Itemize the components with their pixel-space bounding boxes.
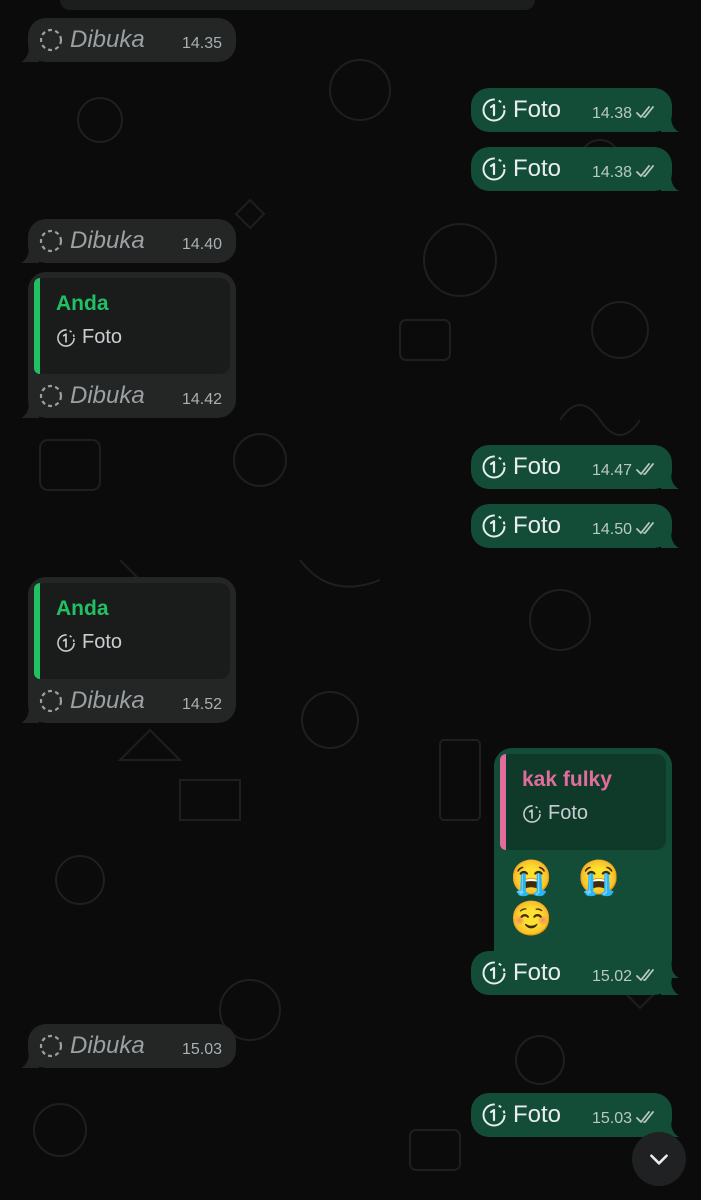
double-check-icon (632, 164, 658, 183)
quoted-message-text: Foto (82, 631, 123, 653)
chevron-down-icon (650, 1154, 668, 1165)
message-text: Foto (513, 959, 562, 986)
quoted-message[interactable]: Anda Foto (34, 583, 230, 679)
double-check-icon (632, 968, 658, 987)
quoted-message[interactable]: Anda Foto (34, 278, 230, 374)
incoming-message-bubble[interactable]: Dibuka 14.40 (21, 219, 236, 263)
view-once-icon (56, 328, 76, 348)
incoming-message-bubble[interactable]: Anda Foto Dibuka 14.42 (21, 272, 236, 418)
message-time: 14.52 (181, 696, 222, 713)
double-check-icon (632, 1110, 658, 1129)
incoming-message-bubble[interactable]: Dibuka 15.03 (21, 1024, 236, 1068)
view-once-icon (481, 960, 507, 986)
message-time: 14.42 (181, 391, 222, 408)
message-time: 14.47 (580, 454, 658, 481)
message-time: 14.35 (181, 35, 222, 52)
message-text: Foto (513, 96, 562, 123)
incoming-message-bubble[interactable]: Dibuka 14.35 (21, 18, 236, 62)
outgoing-message-bubble[interactable]: kak fulkyFoto😭 😭 ☺️15.02 (494, 748, 679, 978)
outgoing-message-bubble[interactable]: Foto 15.02 (471, 951, 679, 995)
message-text: Dibuka (70, 227, 145, 254)
message-time: 15.03 (580, 1102, 658, 1129)
quoted-sender-name: Anda (56, 597, 109, 620)
view-once-icon (481, 156, 507, 182)
opened-circle-icon (38, 1033, 64, 1059)
view-once-icon (481, 1102, 507, 1128)
message-text: Dibuka (70, 1032, 145, 1059)
opened-circle-icon (38, 27, 64, 53)
outgoing-message-bubble[interactable]: Foto 15.03 (471, 1093, 679, 1137)
message-text: Dibuka (70, 687, 145, 714)
view-once-icon (481, 513, 507, 539)
incoming-message-bubble[interactable]: Anda Foto Dibuka 14.52 (21, 577, 236, 723)
quoted-message[interactable]: kak fulky Foto (500, 754, 666, 850)
message-text: Dibuka (70, 26, 145, 53)
view-once-icon (481, 97, 507, 123)
message-time: 14.50 (580, 513, 658, 540)
view-once-icon (56, 633, 76, 653)
message-text: 😭 😭 ☺️ (510, 859, 629, 938)
opened-circle-icon (38, 228, 64, 254)
message-text: Dibuka (70, 382, 145, 409)
quoted-message-text: Foto (548, 802, 589, 824)
message-text: Foto (513, 1101, 562, 1128)
double-check-icon (632, 521, 658, 540)
previous-message-edge (60, 0, 535, 10)
double-check-icon (632, 105, 658, 124)
scroll-to-bottom-button[interactable] (632, 1132, 686, 1186)
outgoing-message-bubble[interactable]: Foto 14.47 (471, 445, 679, 489)
double-check-icon (632, 462, 658, 481)
view-once-icon (522, 804, 542, 824)
view-once-icon (481, 454, 507, 480)
opened-circle-icon (38, 383, 64, 409)
message-text: Foto (513, 453, 562, 480)
outgoing-message-bubble[interactable]: Foto 14.38 (471, 88, 679, 132)
quoted-sender-name: kak fulky (522, 768, 612, 791)
message-time: 14.38 (580, 97, 658, 124)
message-time: 14.38 (580, 156, 658, 183)
outgoing-message-bubble[interactable]: Foto 14.38 (471, 147, 679, 191)
message-time: 15.02 (580, 960, 658, 987)
quoted-sender-name: Anda (56, 292, 109, 315)
opened-circle-icon (38, 688, 64, 714)
message-time: 15.03 (181, 1041, 222, 1058)
message-text: Foto (513, 512, 562, 539)
quoted-message-text: Foto (82, 326, 123, 348)
message-time: 14.40 (181, 236, 222, 253)
outgoing-message-bubble[interactable]: Foto 14.50 (471, 504, 679, 548)
message-text: Foto (513, 155, 562, 182)
